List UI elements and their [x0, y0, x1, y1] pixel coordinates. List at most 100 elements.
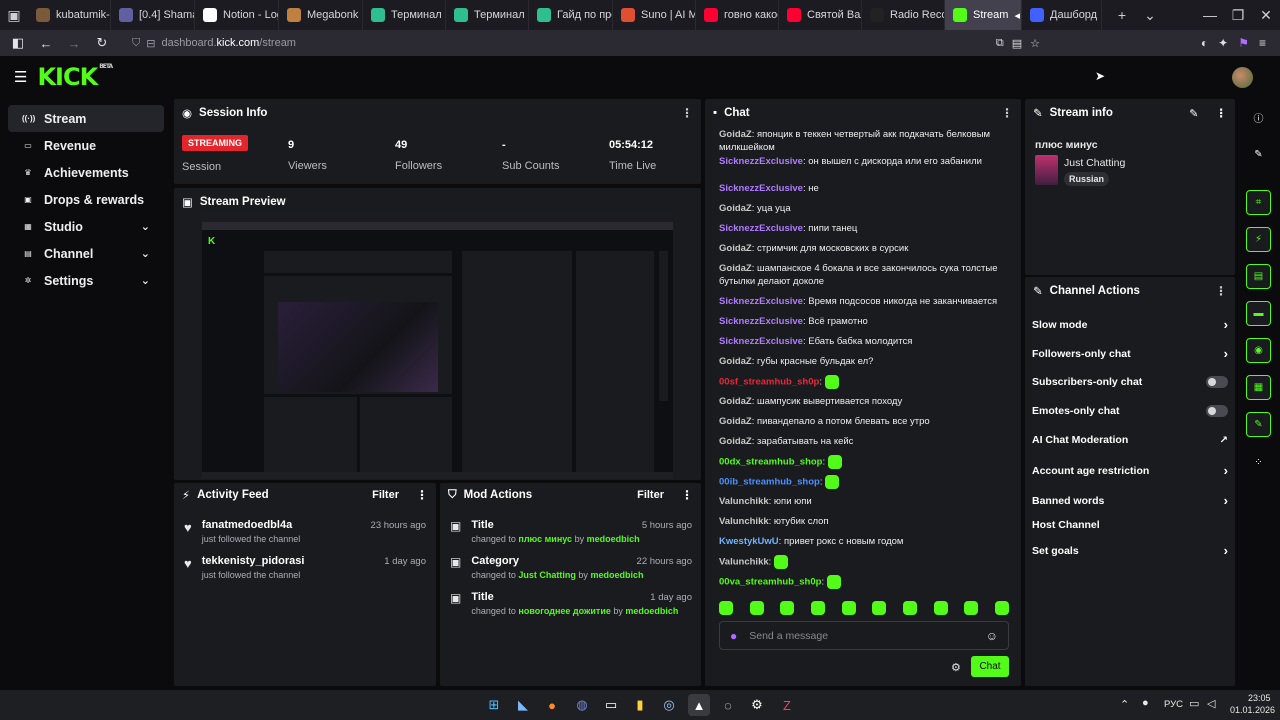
clip-icon[interactable]: ⌗: [1246, 190, 1271, 215]
clock-time[interactable]: 23:05: [1248, 693, 1271, 703]
language-indicator[interactable]: РУС: [1164, 699, 1183, 710]
browser-tab[interactable]: Notion - Log in: [195, 0, 279, 30]
broadcast-icon[interactable]: ◉: [1246, 338, 1271, 363]
more-options-icon[interactable]: ⋮: [416, 488, 428, 502]
browser-tab[interactable]: Гайд по прохо: [529, 0, 613, 30]
chevron-right-icon[interactable]: ›: [1224, 317, 1228, 332]
detail-user[interactable]: medoedbich: [590, 570, 643, 580]
browser-tab[interactable]: говно какое то: [696, 0, 779, 30]
chat-username[interactable]: Valunchikk: [719, 557, 769, 568]
pencil-icon[interactable]: ✎: [1246, 142, 1271, 167]
obs-icon[interactable]: ◌: [717, 694, 739, 716]
kick-logo[interactable]: KICK BETA: [37, 63, 113, 91]
chat-username[interactable]: 00ib_streamhub_shop: [719, 477, 820, 488]
emote-picker-icon[interactable]: [994, 601, 1009, 615]
browser-tab[interactable]: Radio Record: [862, 0, 945, 30]
chevron-right-icon[interactable]: ›: [1224, 463, 1228, 478]
chat-username[interactable]: SicknezzExclusive: [719, 183, 803, 194]
chat-settings-icon[interactable]: ⚙: [951, 661, 961, 674]
more-options-icon[interactable]: ⋮: [681, 106, 693, 120]
firefox-icon[interactable]: ●: [541, 694, 563, 716]
toggle-switch[interactable]: [1206, 376, 1228, 388]
chat-bubble-icon[interactable]: ▬: [1246, 301, 1271, 326]
chat-username[interactable]: GoidaZ: [719, 416, 752, 427]
emote-picker-icon[interactable]: [749, 601, 764, 615]
stream-preview-video[interactable]: K: [202, 214, 673, 479]
more-options-icon[interactable]: ⋮: [1216, 106, 1228, 120]
chat-send-button[interactable]: Chat: [971, 656, 1009, 677]
sidebar-item-stream[interactable]: ((·)) Stream: [8, 105, 164, 132]
follower-name[interactable]: tekkenisty_pidorasi: [202, 555, 305, 567]
url-bar[interactable]: ⛉ ⊟ dashboard.kick.com/stream ⧉ ▤ ☆: [126, 32, 1046, 54]
browser-tab[interactable]: Терминал | Esc: [363, 0, 446, 30]
edit-icon[interactable]: ✎: [1189, 107, 1198, 120]
volume-icon[interactable]: ◁: [1207, 697, 1215, 710]
action-account-age-restriction[interactable]: Account age restriction ›: [1032, 463, 1228, 478]
chat-username[interactable]: GoidaZ: [719, 396, 752, 407]
emote-picker-icon[interactable]: [933, 601, 948, 615]
lightning-icon[interactable]: ⚡: [1246, 227, 1271, 252]
browser-tab[interactable]: Святой Вален: [779, 0, 862, 30]
tray-chevron-icon[interactable]: ⌃: [1120, 698, 1129, 711]
chat-username[interactable]: SicknezzExclusive: [719, 223, 803, 234]
pip-icon[interactable]: ⧉: [996, 37, 1004, 50]
follower-name[interactable]: fanatmedoedbl4a: [202, 519, 301, 531]
chat-username[interactable]: Valunchikk: [719, 516, 769, 527]
chat-username[interactable]: 00va_streamhub_sh0p: [719, 577, 821, 588]
avatar[interactable]: [1232, 67, 1253, 88]
chat-username[interactable]: SicknezzExclusive: [719, 156, 803, 167]
reader-icon[interactable]: ▤: [1012, 37, 1022, 50]
vpn-icon[interactable]: ◐: [1201, 36, 1208, 50]
chevron-right-icon[interactable]: ›: [1224, 543, 1228, 558]
sidebar-item-settings[interactable]: ✲ Settings ⌄: [8, 267, 164, 294]
toggle-switch[interactable]: [1206, 405, 1228, 417]
chat-username[interactable]: SicknezzExclusive: [719, 336, 803, 347]
layout-icon[interactable]: ▦: [1246, 375, 1271, 400]
network-icon[interactable]: ▭: [1189, 697, 1199, 710]
terminal-icon[interactable]: ▭: [600, 694, 622, 716]
close-window-icon[interactable]: ✕: [1252, 0, 1280, 30]
windows-start-icon[interactable]: ⊞: [483, 694, 505, 716]
sidebar-toggle-icon[interactable]: ◧: [6, 31, 30, 55]
tab-overview-icon[interactable]: ▣: [0, 0, 28, 30]
discord-icon[interactable]: ◍: [571, 694, 593, 716]
files-icon[interactable]: ◣: [512, 694, 534, 716]
more-options-icon[interactable]: ⋮: [681, 488, 693, 502]
back-icon[interactable]: ←: [34, 31, 58, 55]
emote-picker-icon[interactable]: [872, 601, 887, 615]
app-icon[interactable]: ▮: [629, 694, 651, 716]
sidebar-item-achievements[interactable]: ♛ Achievements: [8, 159, 164, 186]
extensions-icon[interactable]: ✦: [1218, 36, 1228, 50]
action-followers-only-chat[interactable]: Followers-only chat ›: [1032, 346, 1228, 361]
chat-username[interactable]: KwestykUwU: [719, 536, 779, 547]
microphone-icon[interactable]: ●: [730, 629, 737, 643]
app-z-icon[interactable]: Z: [776, 694, 798, 716]
action-banned-words[interactable]: Banned words ›: [1032, 493, 1228, 508]
external-link-icon[interactable]: ↗: [1220, 435, 1228, 446]
browser-tab[interactable]: [0.4] Shaman B: [111, 0, 195, 30]
chevron-down-icon[interactable]: ⌄: [141, 274, 150, 287]
chat-username[interactable]: GoidaZ: [719, 436, 752, 447]
extension-icon[interactable]: ⚑: [1238, 36, 1249, 50]
chevron-right-icon[interactable]: ›: [1224, 493, 1228, 508]
clock-date[interactable]: 01.01.2026: [1230, 705, 1275, 715]
browser-tab[interactable]: Дашборд: [1022, 0, 1102, 30]
kick-app-icon[interactable]: ▲: [688, 694, 710, 716]
chevron-down-icon[interactable]: ⌄: [141, 220, 150, 233]
chat-username[interactable]: GoidaZ: [719, 129, 752, 140]
tab-list-chevron-icon[interactable]: ⌄: [1136, 0, 1164, 30]
emoji-icon[interactable]: ☺: [986, 629, 998, 643]
more-options-icon[interactable]: ⋮: [1215, 284, 1227, 298]
hamburger-icon[interactable]: ☰: [14, 68, 27, 86]
action-slow-mode[interactable]: Slow mode ›: [1032, 317, 1228, 332]
document-icon[interactable]: ▤: [1246, 264, 1271, 289]
more-options-icon[interactable]: ⋮: [1001, 106, 1013, 120]
chat-username[interactable]: GoidaZ: [719, 356, 752, 367]
chat-username[interactable]: SicknezzExclusive: [719, 296, 803, 307]
browser-tab[interactable]: Stream◂✕: [945, 0, 1022, 30]
speaker-icon[interactable]: ◂: [1014, 9, 1020, 22]
more-widgets-icon[interactable]: ⁘: [1246, 450, 1271, 475]
emote-picker-icon[interactable]: [780, 601, 795, 615]
action-emotes-only-chat[interactable]: Emotes-only chat: [1032, 405, 1228, 417]
new-tab-icon[interactable]: +: [1108, 0, 1136, 30]
